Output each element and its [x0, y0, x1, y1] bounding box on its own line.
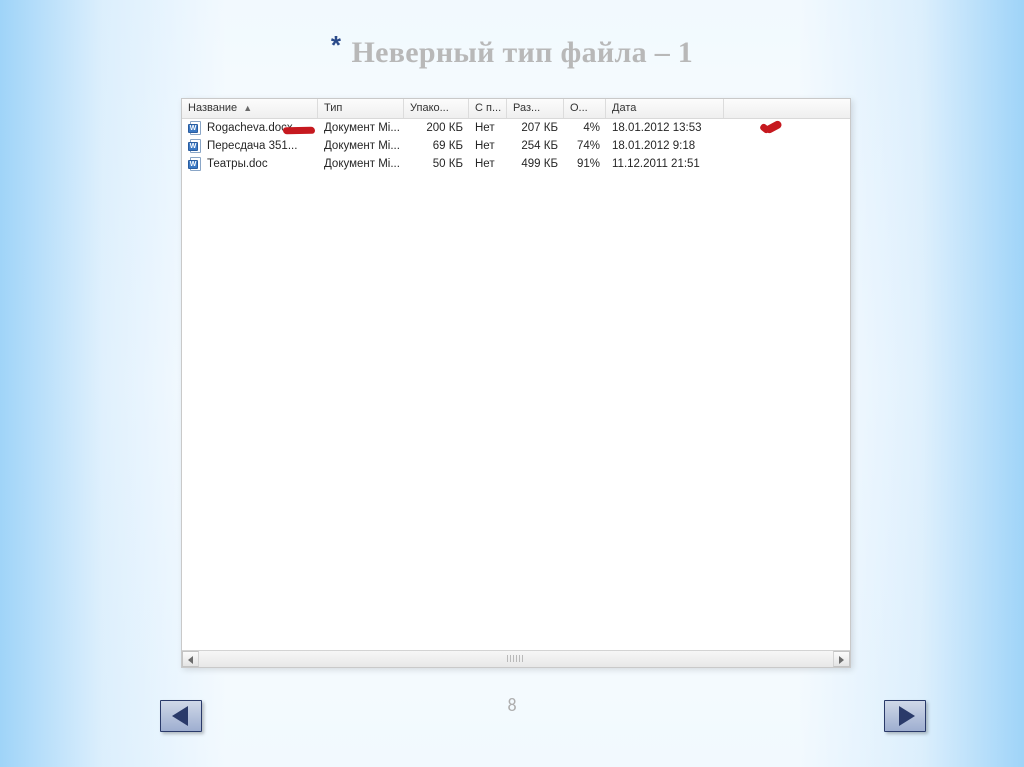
file-size: 254 КБ: [507, 140, 564, 152]
file-date: 11.12.2011 21:51: [606, 158, 724, 170]
scroll-right-button[interactable]: [833, 651, 850, 667]
file-rows: W Rogacheva.docx Документ Mi... 200 КБ Н…: [182, 119, 850, 173]
file-type: Документ Mi...: [318, 140, 404, 152]
scroll-grip-icon: [507, 655, 525, 662]
horizontal-scrollbar[interactable]: [182, 650, 850, 667]
next-slide-button[interactable]: [884, 700, 926, 732]
slide-title-block: * Неверный тип файла – 1: [0, 36, 1024, 70]
chevron-right-icon: [839, 656, 844, 664]
column-header-row: Название ▲ Тип Упако... С п... Раз... О.…: [182, 99, 850, 119]
col-header-type[interactable]: Тип: [318, 99, 404, 118]
triangle-left-icon: [172, 706, 188, 726]
scroll-left-button[interactable]: [182, 651, 199, 667]
file-list-panel: Название ▲ Тип Упако... С п... Раз... О.…: [181, 98, 851, 668]
file-pct: 74%: [564, 140, 606, 152]
file-name: Rogacheva.docx: [207, 122, 293, 134]
file-name: Театры.doc: [207, 158, 268, 170]
scroll-track[interactable]: [199, 651, 833, 667]
word-doc-icon: W: [188, 121, 203, 136]
file-size: 207 КБ: [507, 122, 564, 134]
file-pct: 91%: [564, 158, 606, 170]
red-check-annotation: [760, 120, 784, 136]
file-type: Документ Mi...: [318, 158, 404, 170]
triangle-right-icon: [899, 706, 915, 726]
table-row[interactable]: W Театры.doc Документ Mi... 50 КБ Нет 49…: [182, 155, 850, 173]
file-packed: 69 КБ: [404, 140, 469, 152]
file-sp: Нет: [469, 158, 507, 170]
col-header-date[interactable]: Дата: [606, 99, 724, 118]
prev-slide-button[interactable]: [160, 700, 202, 732]
file-type: Документ Mi...: [318, 122, 404, 134]
col-header-packed[interactable]: Упако...: [404, 99, 469, 118]
file-pct: 4%: [564, 122, 606, 134]
file-date: 18.01.2012 9:18: [606, 140, 724, 152]
col-header-name-label: Название: [188, 102, 237, 114]
col-header-pct[interactable]: О...: [564, 99, 606, 118]
col-header-size[interactable]: Раз...: [507, 99, 564, 118]
file-size: 499 КБ: [507, 158, 564, 170]
slide-title: Неверный тип файла – 1: [351, 36, 693, 69]
col-header-name[interactable]: Название ▲: [182, 99, 318, 118]
asterisk-icon: *: [331, 30, 341, 61]
file-packed: 50 КБ: [404, 158, 469, 170]
file-name: Пересдача 351...: [207, 140, 297, 152]
red-marker-annotation: [283, 127, 315, 135]
table-row[interactable]: W Rogacheva.docx Документ Mi... 200 КБ Н…: [182, 119, 850, 137]
file-date: 18.01.2012 13:53: [606, 122, 724, 134]
file-sp: Нет: [469, 140, 507, 152]
sort-asc-icon: ▲: [243, 103, 252, 113]
chevron-left-icon: [188, 656, 193, 664]
col-header-sp[interactable]: С п...: [469, 99, 507, 118]
file-packed: 200 КБ: [404, 122, 469, 134]
word-doc-icon: W: [188, 139, 203, 154]
word-doc-icon: W: [188, 157, 203, 172]
page-number: 8: [0, 694, 1024, 716]
table-row[interactable]: W Пересдача 351... Документ Mi... 69 КБ …: [182, 137, 850, 155]
file-sp: Нет: [469, 122, 507, 134]
